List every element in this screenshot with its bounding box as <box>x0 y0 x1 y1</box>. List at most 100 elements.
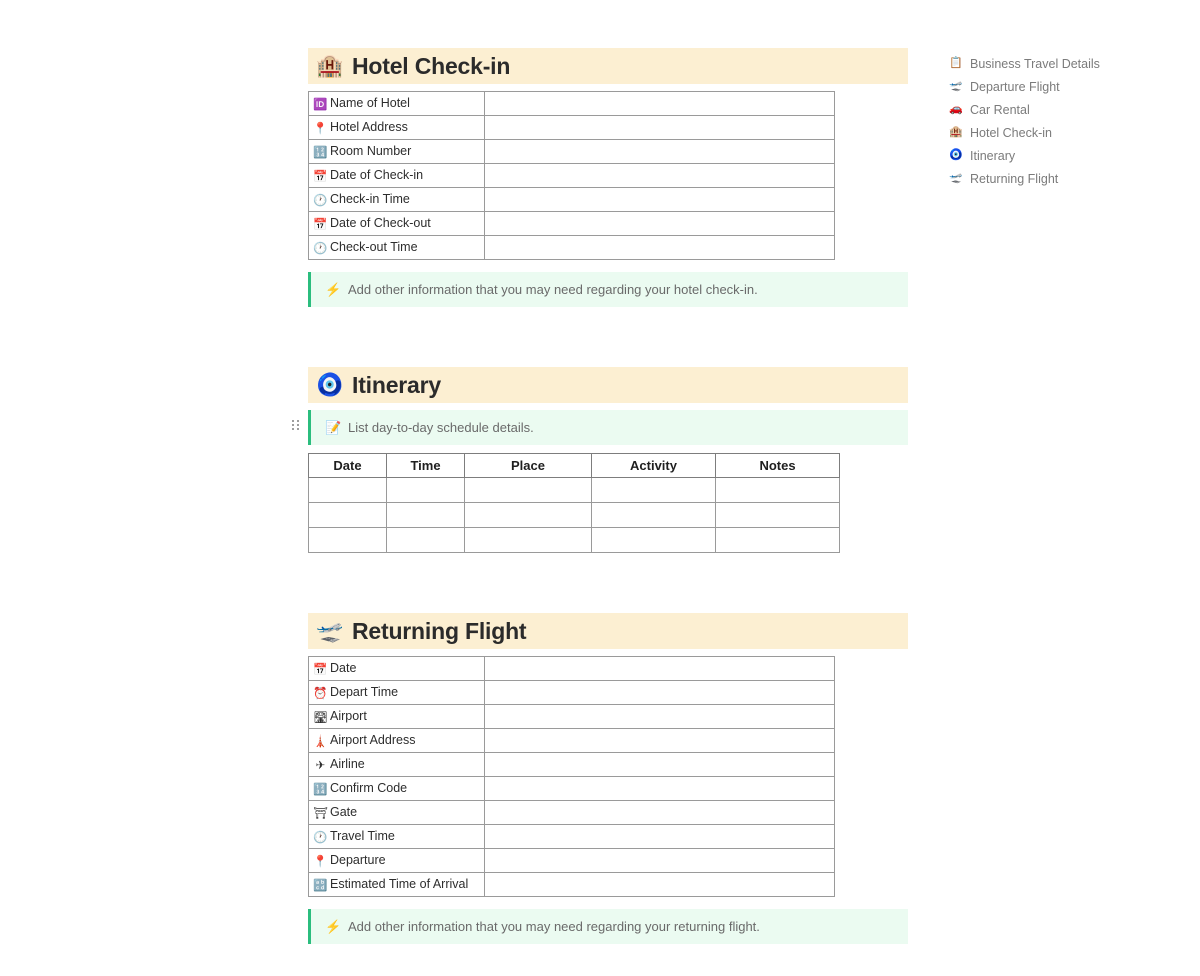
cell-time[interactable] <box>387 528 465 553</box>
table-row[interactable]: 📅Date of Check-in <box>309 164 835 188</box>
table-row[interactable]: ⏰Depart Time <box>309 681 835 705</box>
column-header-date: Date <box>309 454 387 478</box>
alarm-clock-icon: ⏰ <box>313 689 328 701</box>
input-numbers-icon: 🔢 <box>313 785 328 797</box>
field-label-cell: 🛣Airport <box>309 705 485 729</box>
table-row[interactable]: 🕐Check-out Time <box>309 236 835 260</box>
field-label: Confirm Code <box>330 781 407 795</box>
table-row[interactable]: 📅Date of Check-out <box>309 212 835 236</box>
outline-item-car-rental[interactable]: 🚗 Car Rental <box>948 98 1178 121</box>
cell-date[interactable] <box>309 478 387 503</box>
lightning-icon: ⚡ <box>325 282 340 298</box>
cell-date[interactable] <box>309 503 387 528</box>
clock-icon: 🕐 <box>313 196 328 208</box>
field-label: Gate <box>330 805 357 819</box>
itinerary-callout-wrapper: 📝 List day-to-day schedule details. <box>308 410 918 445</box>
drag-dot <box>297 424 299 426</box>
field-value-cell[interactable] <box>485 236 835 260</box>
hotel-icon: 🏨 <box>316 55 344 77</box>
table-row[interactable] <box>309 478 840 503</box>
field-value-cell[interactable] <box>485 164 835 188</box>
drag-dot <box>292 428 294 430</box>
field-label-cell: 🔢Confirm Code <box>309 777 485 801</box>
table-row[interactable]: 🕐Travel Time <box>309 825 835 849</box>
section-header-itinerary: 🧿 Itinerary <box>308 367 908 403</box>
field-value-cell[interactable] <box>485 705 835 729</box>
table-row[interactable]: ⛩Gate <box>309 801 835 825</box>
cell-activity[interactable] <box>592 528 716 553</box>
table-row[interactable]: 🆔Name of Hotel <box>309 92 835 116</box>
table-row[interactable]: 📍Departure <box>309 849 835 873</box>
field-label-cell: ⛩Gate <box>309 801 485 825</box>
field-value-cell[interactable] <box>485 801 835 825</box>
cell-notes[interactable] <box>716 478 840 503</box>
drag-handle[interactable] <box>292 420 300 430</box>
field-label: Depart Time <box>330 685 398 699</box>
table-row[interactable]: 📅Date <box>309 657 835 681</box>
thread-icon: 🧿 <box>316 374 344 396</box>
field-value-cell[interactable] <box>485 825 835 849</box>
field-value-cell[interactable] <box>485 753 835 777</box>
table-row[interactable]: 📍Hotel Address <box>309 116 835 140</box>
document-outline: 📋 Business Travel Details 🛫 Departure Fl… <box>948 52 1178 190</box>
outline-item-itinerary[interactable]: 🧿 Itinerary <box>948 144 1178 167</box>
cell-activity[interactable] <box>592 478 716 503</box>
table-row[interactable]: 🛣Airport <box>309 705 835 729</box>
calendar-icon: 📅 <box>313 220 328 232</box>
pin-icon: 📍 <box>313 124 328 136</box>
cell-date[interactable] <box>309 528 387 553</box>
cell-place[interactable] <box>465 528 592 553</box>
calendar-icon: 📅 <box>313 665 328 677</box>
callout-text: Add other information that you may need … <box>348 282 758 297</box>
column-header-place: Place <box>465 454 592 478</box>
field-value-cell[interactable] <box>485 212 835 236</box>
table-row[interactable]: 🔢Confirm Code <box>309 777 835 801</box>
outline-item-returning-flight[interactable]: 🛫 Returning Flight <box>948 167 1178 190</box>
callout-returning-flight: ⚡ Add other information that you may nee… <box>308 909 908 944</box>
field-value-cell[interactable] <box>485 140 835 164</box>
field-label: Check-in Time <box>330 192 410 206</box>
field-label-cell: 🔢Room Number <box>309 140 485 164</box>
outline-item-departure-flight[interactable]: 🛫 Departure Flight <box>948 75 1178 98</box>
field-label-cell: 🗼Airport Address <box>309 729 485 753</box>
field-value-cell[interactable] <box>485 188 835 212</box>
hotel-check-in-table: 🆔Name of Hotel 📍Hotel Address 🔢Room Numb… <box>308 91 835 260</box>
table-row[interactable]: ✈Airline <box>309 753 835 777</box>
field-value-cell[interactable] <box>485 681 835 705</box>
cell-activity[interactable] <box>592 503 716 528</box>
field-value-cell[interactable] <box>485 729 835 753</box>
field-label-cell: ⏰Depart Time <box>309 681 485 705</box>
table-row[interactable] <box>309 503 840 528</box>
hotel-icon: 🏨 <box>948 127 964 138</box>
field-label: Date <box>330 661 356 675</box>
cell-place[interactable] <box>465 503 592 528</box>
table-row[interactable]: 🔡Estimated Time of Arrival <box>309 873 835 897</box>
field-value-cell[interactable] <box>485 92 835 116</box>
table-row[interactable] <box>309 528 840 553</box>
cell-notes[interactable] <box>716 503 840 528</box>
cell-time[interactable] <box>387 503 465 528</box>
outline-item-label: Business Travel Details <box>970 57 1100 71</box>
table-row[interactable]: 🔢Room Number <box>309 140 835 164</box>
field-label-cell: 🕐Check-out Time <box>309 236 485 260</box>
field-value-cell[interactable] <box>485 777 835 801</box>
field-value-cell[interactable] <box>485 849 835 873</box>
cell-notes[interactable] <box>716 528 840 553</box>
outline-item-business-travel-details[interactable]: 📋 Business Travel Details <box>948 52 1178 75</box>
column-header-activity: Activity <box>592 454 716 478</box>
table-row[interactable]: 🗼Airport Address <box>309 729 835 753</box>
cell-place[interactable] <box>465 478 592 503</box>
cell-time[interactable] <box>387 478 465 503</box>
field-value-cell[interactable] <box>485 116 835 140</box>
field-label: Travel Time <box>330 829 395 843</box>
table-row[interactable]: 🕐Check-in Time <box>309 188 835 212</box>
table-header-row: Date Time Place Activity Notes <box>309 454 840 478</box>
field-label: Departure <box>330 853 386 867</box>
field-value-cell[interactable] <box>485 657 835 681</box>
field-value-cell[interactable] <box>485 873 835 897</box>
field-label: Room Number <box>330 144 411 158</box>
section-header-returning-flight: 🛫 Returning Flight <box>308 613 908 649</box>
outline-item-hotel-check-in[interactable]: 🏨 Hotel Check-in <box>948 121 1178 144</box>
airplane-departure-icon: 🛫 <box>948 173 964 184</box>
field-label-cell: 🕐Travel Time <box>309 825 485 849</box>
